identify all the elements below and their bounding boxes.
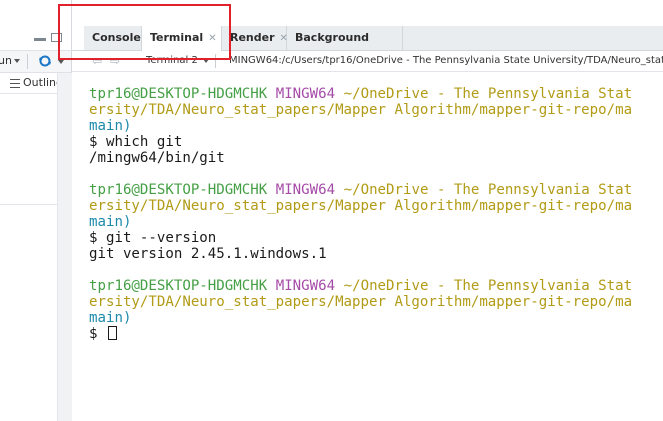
prompt-branch: main) xyxy=(89,118,132,134)
prompt-user: tpr16@DESKTOP-HDGMCHK xyxy=(89,278,268,294)
run-button[interactable]: un xyxy=(0,54,12,67)
tab-terminal-label: Terminal xyxy=(150,31,204,44)
prompt-env: MINGW64 xyxy=(275,182,336,198)
close-terminal-tab-icon[interactable]: ✕ xyxy=(208,33,216,44)
command-output: git version 2.45.1.windows.1 xyxy=(89,246,327,262)
minimize-pane-icon[interactable] xyxy=(34,38,46,41)
tab-background-jobs[interactable]: Background Jobs✕ xyxy=(287,26,403,68)
prompt-user: tpr16@DESKTOP-HDGMCHK xyxy=(89,182,268,198)
tab-bar: Console Terminal ✕ Render✕ Background Job… xyxy=(72,26,663,68)
prompt-path-continued: ersity/TDA/Neuro_stat_papers/Mapper Algo… xyxy=(89,198,633,214)
tab-console[interactable]: Console xyxy=(84,26,142,50)
terminal-toolbar: ⇦ ⇨ Terminal 2 MINGW64:/c/Users/tpr16/On… xyxy=(72,51,663,72)
command-line: $ which git xyxy=(89,134,183,150)
maximize-pane-icon[interactable] xyxy=(51,33,62,42)
command-line: $ git --version xyxy=(89,230,217,246)
source-pane: un Outline xyxy=(0,0,72,421)
toolbar-divider xyxy=(27,54,28,69)
terminal-selector[interactable]: Terminal 2 xyxy=(146,55,198,66)
prompt-user: tpr16@DESKTOP-HDGMCHK xyxy=(89,86,268,102)
tab-terminal[interactable]: Terminal ✕ xyxy=(142,26,222,51)
console-pane: Console Terminal ✕ Render✕ Background Job… xyxy=(72,0,663,421)
command-output: /mingw64/bin/git xyxy=(89,150,225,166)
prompt-line: tpr16@DESKTOP-HDGMCHK MINGW64 ~/OneDrive… xyxy=(89,86,632,102)
editor-scrollbar[interactable] xyxy=(57,73,72,421)
publish-icon[interactable] xyxy=(38,54,52,68)
source-toolbar: un xyxy=(0,50,71,73)
prompt-line: tpr16@DESKTOP-HDGMCHK MINGW64 ~/OneDrive… xyxy=(89,278,632,294)
arrow-left-icon[interactable]: ⇦ xyxy=(92,54,102,68)
prompt-env: MINGW64 xyxy=(275,86,336,102)
text-cursor xyxy=(108,326,117,340)
tab-bar-spacer xyxy=(72,26,84,50)
publish-dropdown-caret-icon[interactable] xyxy=(58,60,64,64)
terminal-path: MINGW64:/c/Users/tpr16/OneDrive - The Pe… xyxy=(229,55,663,66)
terminal-selector-caret-icon[interactable] xyxy=(203,59,209,63)
terminal-output[interactable]: tpr16@DESKTOP-HDGMCHK MINGW64 ~/OneDrive… xyxy=(72,72,663,421)
prompt-symbol: $ xyxy=(89,326,98,342)
prompt-path-continued: ersity/TDA/Neuro_stat_papers/Mapper Algo… xyxy=(89,294,633,310)
arrow-right-icon[interactable]: ⇨ xyxy=(110,54,120,68)
prompt-path-continued: ersity/TDA/Neuro_stat_papers/Mapper Algo… xyxy=(89,102,633,118)
prompt-line: tpr16@DESKTOP-HDGMCHK MINGW64 ~/OneDrive… xyxy=(89,182,632,198)
toolbar-divider xyxy=(215,54,216,68)
source-pane-header xyxy=(0,0,71,26)
input-line[interactable]: $ xyxy=(89,326,117,342)
prompt-path: ~/OneDrive - The Pennsylvania Stat xyxy=(343,86,633,102)
prompt-path: ~/OneDrive - The Pennsylvania Stat xyxy=(343,182,633,198)
prompt-env: MINGW64 xyxy=(275,278,336,294)
run-dropdown-caret-icon[interactable] xyxy=(14,59,20,63)
prompt-path: ~/OneDrive - The Pennsylvania Stat xyxy=(343,278,633,294)
tab-render-label: Render xyxy=(230,31,275,44)
outline-icon xyxy=(10,79,20,88)
tab-render[interactable]: Render ✕ xyxy=(222,26,288,50)
prompt-branch: main) xyxy=(89,214,132,230)
prompt-branch: main) xyxy=(89,310,132,326)
tab-console-label: Console xyxy=(92,31,141,44)
